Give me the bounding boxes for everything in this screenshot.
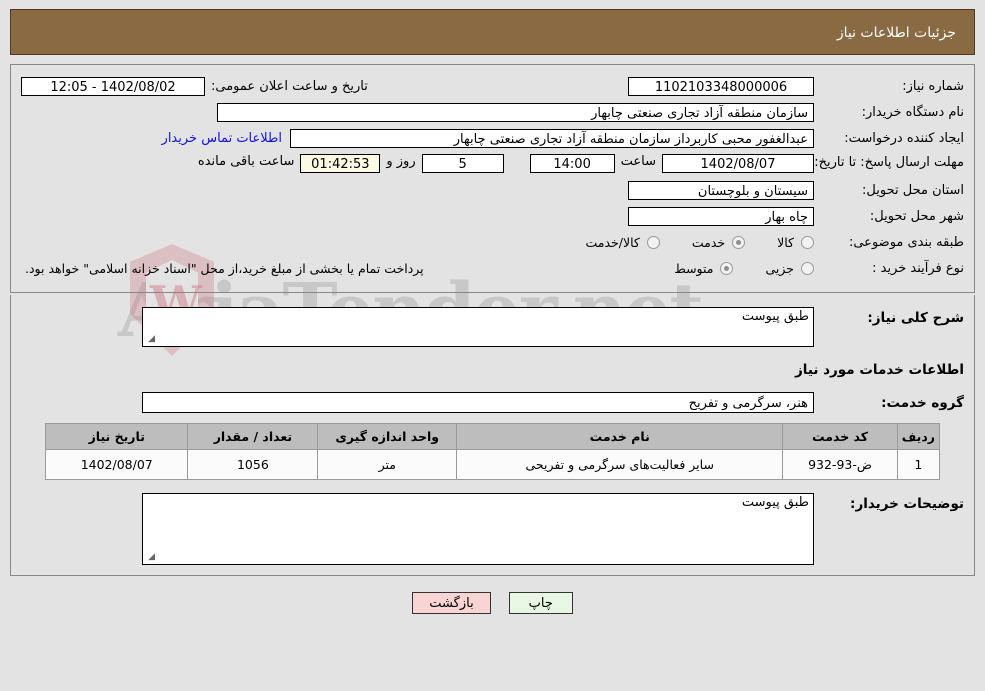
- province-label: استان محل تحویل:: [862, 182, 964, 198]
- buyer-notes-textarea[interactable]: طبق پیوست ◢: [142, 493, 814, 565]
- city-label: شهر محل تحویل:: [869, 208, 964, 224]
- need-info-panel: شماره نیاز: 1102103348000006 تاریخ و ساع…: [10, 64, 975, 293]
- category-option-goods-service[interactable]: کالا/خدمت: [553, 235, 660, 250]
- action-buttons: چاپ بازگشت: [10, 592, 975, 614]
- category-radio-goods[interactable]: [801, 236, 814, 249]
- need-number-label: شماره نیاز:: [902, 78, 964, 94]
- service-group-value: هنر، سرگرمی و تفریح: [142, 392, 814, 413]
- col-code: کد خدمت: [782, 423, 898, 450]
- col-name: نام خدمت: [456, 423, 784, 450]
- deadline-label: مهلت ارسال پاسخ: تا تاریخ:: [814, 155, 964, 170]
- overall-description-value: طبق پیوست: [741, 309, 809, 324]
- row-deadline: مهلت ارسال پاسخ: تا تاریخ: 1402/08/07 سا…: [11, 154, 974, 175]
- table-row: 1 ض-93-932 سایر فعالیت‌های سرگرمی و تفری…: [44, 449, 941, 480]
- cell-code: ض-93-932: [782, 449, 898, 480]
- process-option-minor[interactable]: جزیی: [733, 261, 814, 276]
- payment-note: پرداخت تمام یا بخشی از مبلغ خرید،از محل …: [25, 261, 424, 276]
- province-value: سیستان و بلوچستان: [628, 181, 814, 200]
- col-index: ردیف: [896, 423, 941, 450]
- cell-name: سایر فعالیت‌های سرگرمی و تفریحی: [456, 449, 784, 480]
- countdown-label: ساعت باقی مانده: [197, 154, 295, 169]
- resize-grip-icon[interactable]: ◢: [145, 553, 155, 563]
- col-date: تاریخ نیاز: [44, 423, 189, 450]
- cell-date: 1402/08/07: [44, 449, 189, 480]
- process-radio-minor-label: جزیی: [765, 261, 794, 276]
- row-process-type: نوع فرآیند خرید : جزیی متوسط پرداخت تمام…: [11, 258, 974, 279]
- hour-label: ساعت: [620, 154, 656, 169]
- overall-description-textarea[interactable]: طبق پیوست ◢: [142, 307, 814, 347]
- buyer-notes-value: طبق پیوست: [741, 495, 809, 510]
- deadline-time-value: 14:00: [529, 154, 615, 173]
- service-items-table: ردیف کد خدمت نام خدمت واحد اندازه گیری ت…: [44, 423, 941, 480]
- category-radio-service[interactable]: [732, 236, 746, 249]
- process-radio-medium[interactable]: [720, 262, 734, 275]
- page-title: جزئیات اطلاعات نیاز: [10, 9, 975, 55]
- back-button[interactable]: بازگشت: [412, 592, 491, 614]
- category-radio-goods-service[interactable]: [646, 236, 660, 249]
- need-details-panel: شرح کلی نیاز: طبق پیوست ◢ اطلاعات خدمات …: [10, 295, 975, 576]
- row-services-section-title: اطلاعات خدمات مورد نیاز: [11, 359, 974, 380]
- services-section-title: اطلاعات خدمات مورد نیاز: [794, 361, 964, 378]
- creator-label: ایجاد کننده درخواست:: [844, 130, 964, 146]
- category-option-goods[interactable]: کالا: [745, 235, 814, 250]
- print-button[interactable]: چاپ: [508, 592, 573, 614]
- buyer-contact-link[interactable]: اطلاعات تماس خریدار: [154, 131, 290, 146]
- category-label: طبقه بندی موضوعی:: [848, 234, 964, 250]
- cell-quantity: 1056: [187, 449, 319, 480]
- row-service-group: گروه خدمت: هنر، سرگرمی و تفریح: [11, 392, 974, 413]
- row-category: طبقه بندی موضوعی: کالا خدمت کالا/خدمت: [11, 232, 974, 253]
- need-number-value: 1102103348000006: [628, 77, 814, 96]
- row-need-number: شماره نیاز: 1102103348000006 تاریخ و ساع…: [11, 76, 974, 97]
- resize-grip-icon[interactable]: ◢: [145, 335, 155, 345]
- service-group-label: گروه خدمت:: [881, 394, 964, 411]
- buyer-org-value: سازمان منطقه آزاد تجاری صنعتی چابهار: [217, 103, 814, 122]
- category-radio-service-label: خدمت: [691, 235, 726, 250]
- days-label: روز و: [386, 154, 416, 169]
- overall-description-label: شرح کلی نیاز:: [867, 310, 964, 326]
- buyer-notes-label: توضیحات خریدار:: [850, 496, 964, 512]
- process-radio-medium-label: متوسط: [674, 261, 714, 276]
- row-overall-description: شرح کلی نیاز: طبق پیوست ◢: [11, 307, 974, 347]
- process-option-medium[interactable]: متوسط: [642, 261, 734, 276]
- col-unit: واحد اندازه گیری: [317, 423, 458, 450]
- col-quantity: تعداد / مقدار: [187, 423, 319, 450]
- category-radio-goods-label: کالا: [777, 235, 794, 250]
- buyer-org-label: نام دستگاه خریدار:: [861, 104, 964, 120]
- category-radio-goods-service-label: کالا/خدمت: [585, 235, 640, 250]
- city-value: چاه بهار: [628, 207, 814, 226]
- remaining-days-value: 5: [421, 154, 504, 173]
- announce-label: تاریخ و ساعت اعلان عمومی:: [211, 78, 368, 94]
- category-option-service[interactable]: خدمت: [660, 235, 746, 250]
- row-creator: ایجاد کننده درخواست: عبدالغفور محبی کارب…: [11, 128, 974, 149]
- creator-value: عبدالغفور محبی کاربرداز سازمان منطقه آزا…: [290, 129, 814, 148]
- cell-index: 1: [896, 449, 941, 480]
- process-label: نوع فرآیند خرید :: [872, 260, 964, 276]
- row-city: شهر محل تحویل: چاه بهار: [11, 206, 974, 227]
- countdown-timer: 01:42:53: [300, 154, 381, 173]
- announce-value: 1402/08/02 - 12:05: [21, 77, 205, 96]
- table-header-row: ردیف کد خدمت نام خدمت واحد اندازه گیری ت…: [44, 423, 941, 450]
- row-province: استان محل تحویل: سیستان و بلوچستان: [11, 180, 974, 201]
- process-radio-minor[interactable]: [801, 262, 814, 275]
- deadline-date-value: 1402/08/07: [662, 154, 814, 173]
- cell-unit: متر: [317, 449, 458, 480]
- row-buyer-org: نام دستگاه خریدار: سازمان منطقه آزاد تجا…: [11, 102, 974, 123]
- row-buyer-notes: توضیحات خریدار: طبق پیوست ◢: [11, 493, 974, 565]
